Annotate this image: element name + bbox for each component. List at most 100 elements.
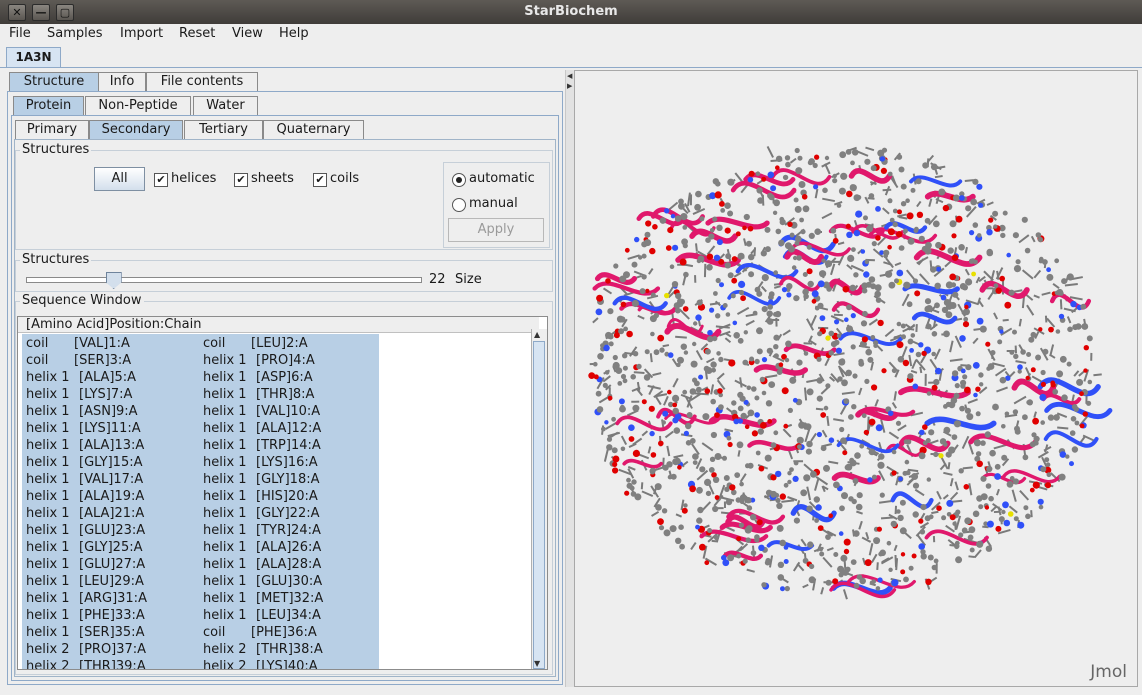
collapse-left-icon[interactable]: ◀ [567,72,572,80]
sequence-residue-cell[interactable]: [THR]39:A [79,658,146,669]
helices-checkbox[interactable]: ✔ [154,173,168,187]
sequence-type-cell[interactable]: helix 1 [203,386,247,403]
sequence-residue-cell[interactable]: [GLY]18:A [256,471,320,488]
sequence-type-cell[interactable]: helix 1 [26,590,70,607]
sequence-type-cell[interactable]: helix 1 [26,539,70,556]
sequence-type-cell[interactable]: helix 2 [203,658,247,669]
tab-secondary[interactable]: Secondary [89,120,183,139]
sequence-residue-cell[interactable]: [PRO]37:A [79,641,146,658]
sequence-type-cell[interactable]: helix 1 [203,505,247,522]
sequence-residue-cell[interactable]: [GLU]30:A [256,573,322,590]
sequence-type-cell[interactable]: helix 1 [26,471,70,488]
sequence-type-cell[interactable]: helix 1 [203,556,247,573]
tab-info[interactable]: Info [98,72,146,91]
molecule-render[interactable] [575,71,1138,687]
sequence-residue-cell[interactable]: [TRP]14:A [256,437,321,454]
sequence-residue-cell[interactable]: [ASP]6:A [256,369,313,386]
sequence-residue-cell[interactable]: [LYS]16:A [256,454,318,471]
sequence-type-cell[interactable]: helix 1 [203,488,247,505]
sequence-residue-cell[interactable]: [GLU]23:A [79,522,145,539]
sequence-type-cell[interactable]: helix 1 [203,454,247,471]
sequence-type-cell[interactable]: helix 2 [203,641,247,658]
jmol-viewer[interactable]: Jmol [574,70,1138,687]
sequence-residue-cell[interactable]: [THR]8:A [256,386,314,403]
sequence-residue-cell[interactable]: [LYS]7:A [79,386,132,403]
menu-import[interactable]: Import [120,26,163,41]
menu-reset[interactable]: Reset [179,26,215,41]
sequence-type-cell[interactable]: helix 1 [26,505,70,522]
sequence-type-cell[interactable]: helix 1 [26,556,70,573]
sequence-residue-cell[interactable]: [GLY]15:A [79,454,143,471]
sequence-scrollbar[interactable]: ▲ ▼ [531,329,547,669]
scroll-thumb[interactable] [533,341,545,669]
sequence-residue-cell[interactable]: [ALA]28:A [256,556,321,573]
sequence-type-cell[interactable]: coil [203,335,225,352]
tab-non-peptide[interactable]: Non-Peptide [85,96,191,115]
tab-structure[interactable]: Structure [9,72,99,91]
sequence-residue-cell[interactable]: [LEU]2:A [251,335,308,352]
sequence-type-cell[interactable]: helix 1 [203,573,247,590]
sequence-residue-cell[interactable]: [VAL]17:A [79,471,143,488]
sequence-type-cell[interactable]: helix 1 [203,471,247,488]
sequence-residue-cell[interactable]: [ALA]5:A [79,369,136,386]
sequence-residue-cell[interactable]: [LEU]29:A [79,573,144,590]
sequence-residue-cell[interactable]: [LYS]40:A [256,658,318,669]
sequence-selection[interactable]: coil [VAL]1:A coil [LEU]2:A coil [SER]3:A heli… [22,334,379,669]
sequence-residue-cell[interactable]: [THR]38:A [256,641,323,658]
sequence-residue-cell[interactable]: [MET]32:A [256,590,323,607]
sequence-type-cell[interactable]: helix 1 [203,420,247,437]
coils-checkbox[interactable]: ✔ [313,173,327,187]
scroll-up-icon[interactable]: ▲ [534,330,540,339]
sequence-residue-cell[interactable]: [SER]3:A [74,352,131,369]
size-slider-track[interactable] [26,277,422,283]
tab-quaternary[interactable]: Quaternary [263,120,364,139]
sequence-type-cell[interactable]: helix 1 [203,369,247,386]
manual-radio[interactable] [452,198,466,212]
menu-view[interactable]: View [232,26,263,41]
sequence-residue-cell[interactable]: [HIS]20:A [256,488,318,505]
sequence-type-cell[interactable]: helix 1 [203,403,247,420]
sequence-residue-cell[interactable]: [PRO]4:A [256,352,315,369]
sequence-type-cell[interactable]: helix 2 [26,658,70,669]
sequence-type-cell[interactable]: helix 1 [203,539,247,556]
menu-samples[interactable]: Samples [47,26,103,41]
sequence-type-cell[interactable]: helix 1 [26,403,70,420]
sequence-residue-cell[interactable]: [GLY]25:A [79,539,143,556]
sequence-type-cell[interactable]: helix 1 [26,369,70,386]
sequence-residue-cell[interactable]: [PHE]36:A [251,624,317,641]
sequence-type-cell[interactable]: helix 1 [26,607,70,624]
sequence-residue-cell[interactable]: [VAL]1:A [74,335,130,352]
sequence-type-cell[interactable]: helix 2 [26,641,70,658]
sequence-residue-cell[interactable]: [SER]35:A [79,624,144,641]
automatic-radio[interactable] [452,173,466,187]
sequence-type-cell[interactable]: helix 1 [26,573,70,590]
menu-file[interactable]: File [9,26,31,41]
sequence-residue-cell[interactable]: [ASN]9:A [79,403,138,420]
sequence-type-cell[interactable]: helix 1 [203,522,247,539]
tab-file-contents[interactable]: File contents [146,72,258,91]
sequence-list[interactable]: [Amino Acid]Position:Chain coil [VAL]1:A c… [17,316,548,670]
tab-1a3n[interactable]: 1A3N [6,47,61,68]
sequence-type-cell[interactable]: helix 1 [26,488,70,505]
sequence-type-cell[interactable]: helix 1 [26,522,70,539]
sequence-type-cell[interactable]: helix 1 [203,437,247,454]
sequence-type-cell[interactable]: helix 1 [26,386,70,403]
sequence-residue-cell[interactable]: [LEU]34:A [256,607,321,624]
sequence-type-cell[interactable]: helix 1 [203,607,247,624]
tab-tertiary[interactable]: Tertiary [184,120,263,139]
sequence-type-cell[interactable]: helix 1 [26,624,70,641]
sequence-residue-cell[interactable]: [ALA]12:A [256,420,321,437]
sequence-type-cell[interactable]: coil [203,624,225,641]
all-button[interactable]: All [94,167,145,191]
sequence-type-cell[interactable]: helix 1 [26,420,70,437]
sequence-type-cell[interactable]: helix 1 [26,454,70,471]
scroll-down-icon[interactable]: ▼ [534,659,540,668]
sequence-type-cell[interactable]: helix 1 [203,590,247,607]
apply-button[interactable]: Apply [448,218,544,242]
sequence-residue-cell[interactable]: [LYS]11:A [79,420,141,437]
sequence-residue-cell[interactable]: [GLU]27:A [79,556,145,573]
sequence-type-cell[interactable]: coil [26,335,48,352]
tab-protein[interactable]: Protein [13,96,84,115]
sequence-residue-cell[interactable]: [ALA]13:A [79,437,144,454]
menu-help[interactable]: Help [279,26,309,41]
